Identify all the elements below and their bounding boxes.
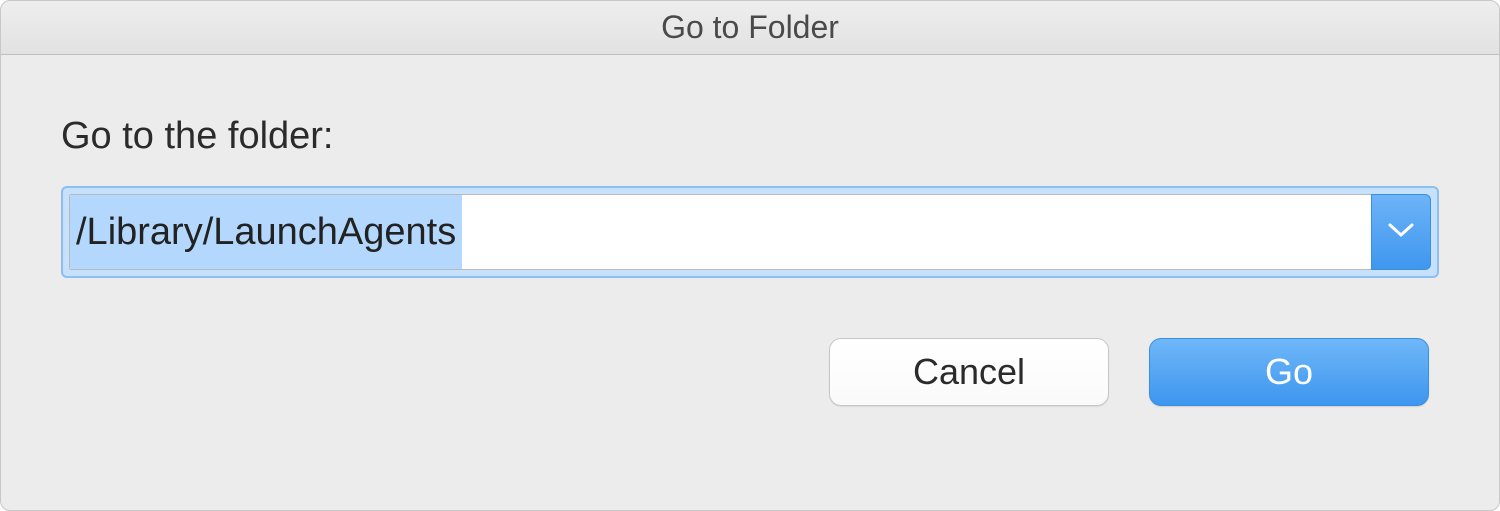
- path-history-dropdown-button[interactable]: [1371, 194, 1431, 270]
- go-to-folder-dialog: Go to Folder Go to the folder: /Library/…: [0, 0, 1500, 511]
- titlebar: Go to Folder: [1, 1, 1499, 55]
- dialog-title: Go to Folder: [661, 9, 839, 46]
- path-combobox: /Library/LaunchAgents: [61, 186, 1439, 278]
- dialog-button-row: Cancel Go: [61, 338, 1439, 406]
- cancel-button[interactable]: Cancel: [829, 338, 1109, 406]
- chevron-down-icon: [1387, 221, 1415, 244]
- prompt-label: Go to the folder:: [61, 115, 1439, 158]
- dialog-content: Go to the folder: /Library/LaunchAgents …: [1, 55, 1499, 510]
- path-combobox-inner: /Library/LaunchAgents: [69, 194, 1431, 270]
- go-button[interactable]: Go: [1149, 338, 1429, 406]
- folder-path-input[interactable]: [69, 194, 1371, 270]
